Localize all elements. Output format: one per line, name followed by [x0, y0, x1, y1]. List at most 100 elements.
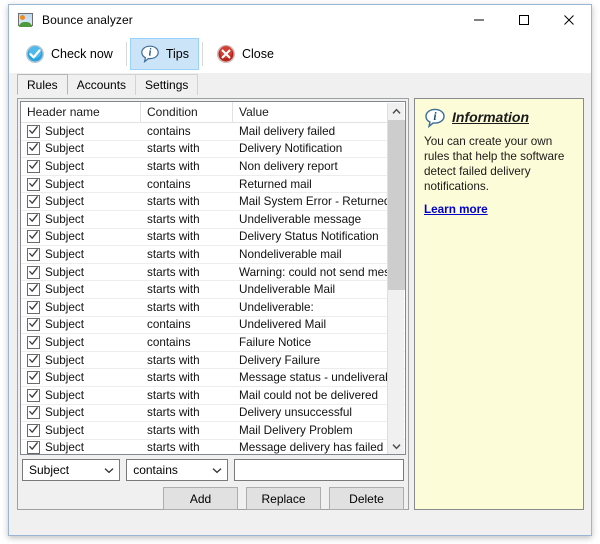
rule-checkbox[interactable]: [27, 388, 40, 402]
delete-button[interactable]: Delete: [329, 487, 404, 510]
row-value-cell: Delivery Failure: [233, 354, 390, 367]
table-row[interactable]: Subject starts with Undeliverable Mail: [21, 281, 405, 299]
rule-checkbox[interactable]: [27, 212, 40, 226]
picture-icon: [18, 12, 34, 28]
row-value-cell: Mail Delivery Problem: [233, 424, 390, 437]
rule-checkbox[interactable]: [27, 371, 40, 385]
scroll-up-icon[interactable]: [388, 103, 405, 120]
column-header-condition[interactable]: Condition: [141, 102, 233, 122]
rule-checkbox[interactable]: [27, 177, 40, 191]
table-row[interactable]: Subject starts with Delivery Failure: [21, 352, 405, 370]
condition-select[interactable]: contains: [126, 459, 228, 481]
row-value-label: Undeliverable Mail: [239, 283, 336, 297]
row-header-cell: Subject: [21, 247, 141, 261]
row-header-label: Subject: [45, 230, 84, 244]
rule-checkbox[interactable]: [27, 335, 40, 349]
rule-checkbox[interactable]: [27, 230, 40, 244]
table-row[interactable]: Subject starts with Mail could not be deli…: [21, 387, 405, 405]
tab-accounts[interactable]: Accounts: [66, 74, 137, 95]
rule-checkbox[interactable]: [27, 247, 40, 261]
rule-checkbox[interactable]: [27, 142, 40, 156]
tab-rules[interactable]: Rules: [17, 74, 68, 95]
tips-button[interactable]: i Tips: [129, 38, 199, 70]
title-bar: Bounce analyzer: [9, 5, 591, 35]
listview-scrollbar[interactable]: [387, 103, 405, 454]
tab-settings[interactable]: Settings: [135, 74, 199, 95]
window-title: Bounce analyzer: [42, 13, 133, 27]
row-value-label: Delivery unsuccessful: [239, 406, 353, 420]
rule-checkbox[interactable]: [27, 318, 40, 332]
row-header-cell: Subject: [21, 265, 141, 279]
row-condition-label: starts with: [147, 371, 200, 385]
rule-checkbox[interactable]: [27, 406, 40, 420]
row-value-label: Message delivery has failed: [239, 441, 384, 455]
scrollbar-thumb[interactable]: [388, 120, 405, 290]
row-value-cell: Returned mail: [233, 178, 390, 191]
rule-action-buttons: Add Replace Delete: [22, 487, 404, 510]
close-icon[interactable]: [546, 5, 591, 35]
row-header-cell: Subject: [21, 195, 141, 209]
table-row[interactable]: Subject contains Mail delivery failed: [21, 123, 405, 141]
row-value-cell: Mail System Error - Returned M...: [233, 195, 390, 208]
row-header-label: Subject: [45, 212, 84, 226]
rule-checkbox[interactable]: [27, 283, 40, 297]
row-condition-label: contains: [147, 177, 191, 191]
rule-checkbox[interactable]: [27, 423, 40, 437]
rule-checkbox[interactable]: [27, 300, 40, 314]
row-value-label: Mail Delivery Problem: [239, 423, 353, 437]
row-value-cell: Message status - undeliverable: [233, 371, 390, 384]
table-row[interactable]: Subject contains Failure Notice: [21, 334, 405, 352]
minimize-icon[interactable]: [456, 5, 501, 35]
table-row[interactable]: Subject starts with Delivery Status Notifi…: [21, 229, 405, 247]
row-header-label: Subject: [45, 371, 84, 385]
table-row[interactable]: Subject starts with Message status - undel…: [21, 369, 405, 387]
table-row[interactable]: Subject starts with Warning: could not sen…: [21, 264, 405, 282]
row-header-label: Subject: [45, 265, 84, 279]
row-header-label: Subject: [45, 124, 84, 138]
scroll-down-icon[interactable]: [388, 438, 405, 454]
row-header-label: Subject: [45, 406, 84, 420]
check-now-button[interactable]: Check now: [15, 38, 123, 70]
table-row[interactable]: Subject contains Returned mail: [21, 176, 405, 194]
row-condition-label: contains: [147, 124, 191, 138]
table-row[interactable]: Subject starts with Delivery unsuccessful: [21, 405, 405, 423]
row-value-cell: Undeliverable:: [233, 301, 390, 314]
table-row[interactable]: Subject starts with Mail Delivery Problem: [21, 422, 405, 440]
row-value-cell: Non delivery report: [233, 160, 390, 173]
maximize-icon[interactable]: [501, 5, 546, 35]
table-row[interactable]: Subject starts with Nondeliverable mail: [21, 246, 405, 264]
row-value-label: Delivery Status Notification: [239, 230, 379, 244]
rule-checkbox[interactable]: [27, 124, 40, 138]
information-header: i Information: [424, 107, 574, 129]
table-row[interactable]: Subject starts with Delivery Notification: [21, 141, 405, 159]
column-header-name[interactable]: Header name: [21, 102, 141, 122]
row-condition-cell: contains: [141, 178, 233, 191]
table-row[interactable]: Subject starts with Undeliverable:: [21, 299, 405, 317]
rule-checkbox[interactable]: [27, 353, 40, 367]
table-row[interactable]: Subject starts with Mail System Error - Re…: [21, 193, 405, 211]
table-row[interactable]: Subject contains Undelivered Mail: [21, 317, 405, 335]
row-condition-cell: starts with: [141, 389, 233, 402]
row-header-cell: Subject: [21, 159, 141, 173]
row-condition-label: starts with: [147, 142, 200, 156]
header-select[interactable]: Subject: [22, 459, 121, 481]
table-row[interactable]: Subject starts with Undeliverable message: [21, 211, 405, 229]
rule-checkbox[interactable]: [27, 441, 40, 454]
row-header-label: Subject: [45, 283, 84, 297]
rules-listview[interactable]: Header name Condition Value Subject conta…: [20, 101, 406, 455]
toolbar: Check now i Tips Close: [9, 35, 591, 73]
row-condition-label: contains: [147, 318, 191, 332]
replace-button[interactable]: Replace: [246, 487, 321, 510]
column-header-value[interactable]: Value: [233, 102, 390, 122]
row-value-label: Warning: could not send messa...: [239, 265, 390, 279]
rule-checkbox[interactable]: [27, 159, 40, 173]
value-input[interactable]: [234, 459, 404, 481]
table-row[interactable]: Subject starts with Message delivery has f…: [21, 440, 405, 455]
add-button[interactable]: Add: [163, 487, 238, 510]
rule-checkbox[interactable]: [27, 195, 40, 209]
row-header-label: Subject: [45, 318, 84, 332]
learn-more-link[interactable]: Learn more: [424, 203, 488, 216]
table-row[interactable]: Subject starts with Non delivery report: [21, 158, 405, 176]
close-button[interactable]: Close: [206, 38, 284, 70]
rule-checkbox[interactable]: [27, 265, 40, 279]
